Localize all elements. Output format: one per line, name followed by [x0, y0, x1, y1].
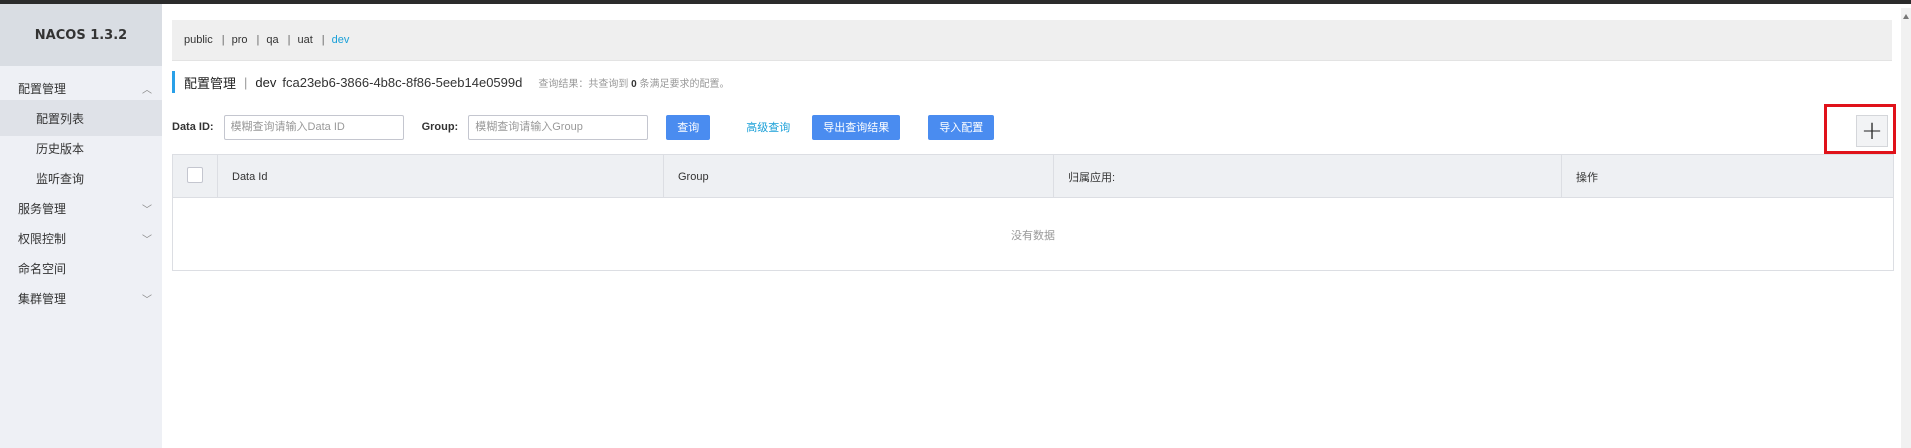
namespace-uat[interactable]: uat [297, 34, 312, 46]
result-count: 0 [631, 78, 637, 90]
sidebar-item-label: 命名空间 [18, 261, 67, 276]
namespace-dev[interactable]: dev [332, 34, 350, 46]
filter-bar: Data ID: Group: 查询 高级查询 导出查询结果 导入配置 [172, 114, 995, 140]
chevron-down-icon: ﹀ [142, 204, 152, 216]
empty-state: 没有数据 [1011, 230, 1055, 242]
query-result-summary: 查询结果：共查询到 0 条满足要求的配置。 [538, 75, 729, 90]
namespace-separator: | [221, 34, 225, 46]
result-prefix: 查询结果：共查询到 [538, 78, 629, 90]
group-input[interactable] [468, 114, 649, 140]
select-all-cell [173, 155, 217, 198]
column-header-actions: 操作 [1561, 155, 1893, 198]
main-content: public | pro | qa | uat | dev 配置管理 | dev… [162, 4, 1911, 448]
title-separator: | [244, 74, 248, 90]
export-results-button[interactable]: 导出查询结果 [812, 114, 901, 140]
page-title: 配置管理 | dev fca23eb6-3866-4b8c-8f86-5eeb1… [172, 71, 729, 93]
sidebar-item-cluster-management[interactable]: 集群管理 ﹀ [0, 280, 162, 316]
page-title-text: 配置管理 [184, 75, 237, 91]
namespace-bar: public | pro | qa | uat | dev [172, 20, 1892, 61]
sidebar-item-label: 权限控制 [18, 231, 67, 246]
sidebar-item-label: 服务管理 [18, 201, 67, 216]
select-all-checkbox[interactable] [187, 167, 203, 183]
namespace-public[interactable]: public [184, 34, 213, 46]
sidebar-item-label: 集群管理 [18, 291, 67, 306]
advanced-query-link[interactable]: 高级查询 [746, 119, 790, 135]
data-id-input[interactable] [223, 114, 404, 140]
table-header: Data Id Group 归属应用: 操作 [173, 155, 1893, 198]
namespace-separator: | [256, 34, 260, 46]
chevron-down-icon: ﹀ [142, 294, 152, 306]
import-config-button[interactable]: 导入配置 [928, 114, 995, 140]
sidebar-item-label: 配置列表 [36, 111, 85, 126]
add-config-button[interactable]: + [1856, 115, 1888, 147]
column-header-data-id[interactable]: Data Id [217, 155, 663, 198]
column-header-group[interactable]: Group [663, 155, 1053, 198]
namespace-separator: | [287, 34, 291, 46]
namespace-pro[interactable]: pro [232, 34, 248, 46]
config-table: Data Id Group 归属应用: 操作 没有数据 [172, 154, 1894, 271]
plus-icon: + [1861, 116, 1883, 146]
sidebar: NACOS 1.3.2 配置管理 ︿ 配置列表 历史版本 监听查询 服务管理 ﹀… [0, 4, 162, 448]
vertical-scrollbar[interactable] [1901, 8, 1911, 448]
app-logo: NACOS 1.3.2 [0, 4, 162, 66]
sidebar-item-label: 历史版本 [36, 141, 85, 156]
chevron-down-icon: ﹀ [142, 234, 152, 246]
group-label: Group: [421, 121, 459, 133]
current-namespace: dev [255, 74, 277, 90]
sidebar-item-label: 监听查询 [36, 171, 85, 186]
result-suffix: 条满足要求的配置。 [639, 78, 730, 90]
scroll-up-arrow-icon[interactable] [1903, 14, 1909, 19]
namespace-qa[interactable]: qa [266, 34, 278, 46]
namespace-separator: | [321, 34, 325, 46]
column-header-app[interactable]: 归属应用: [1053, 155, 1561, 198]
sidebar-item-label: 配置管理 [18, 81, 67, 96]
search-button[interactable]: 查询 [666, 114, 711, 140]
data-id-label: Data ID: [172, 121, 214, 133]
namespace-id: fca23eb6-3866-4b8c-8f86-5eeb14e0599d [282, 74, 523, 90]
chevron-up-icon: ︿ [142, 84, 152, 96]
